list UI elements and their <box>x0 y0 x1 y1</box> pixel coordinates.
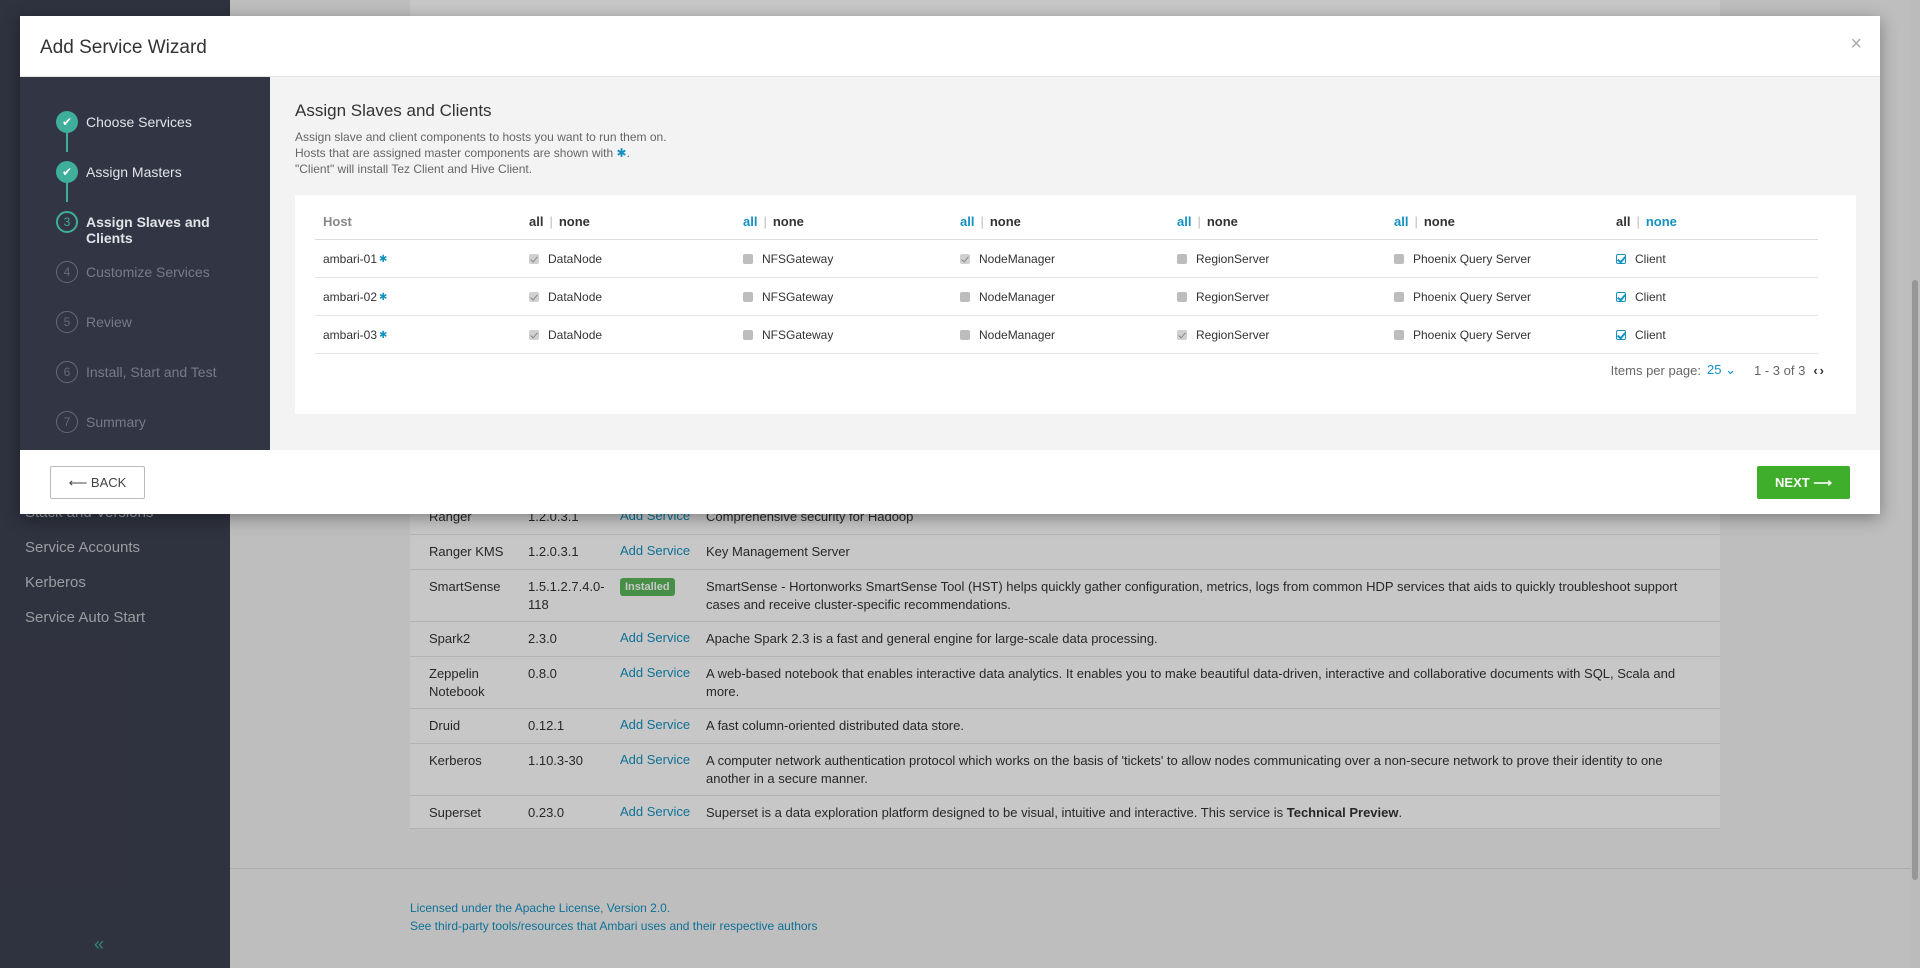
nfsgateway-all-link[interactable]: all <box>743 214 757 229</box>
check-icon: ✔ <box>56 161 78 183</box>
master-star-icon: ✱ <box>379 329 388 341</box>
wizard-step-install-start-test: 6 Install, Start and Test <box>56 361 226 383</box>
host-name: ambari-03 ✱ <box>323 328 388 342</box>
page-description: Assign slave and client components to ho… <box>295 130 667 176</box>
nodemanager-none-link[interactable]: none <box>990 214 1021 229</box>
host-column-header: Host <box>323 214 352 229</box>
wizard-step-review: 5 Review <box>56 311 226 333</box>
wizard-step-assign-masters[interactable]: ✔ Assign Masters <box>56 161 226 183</box>
phoenix-none-link[interactable]: none <box>1424 214 1455 229</box>
regionserver-none-link[interactable]: none <box>1207 214 1238 229</box>
client-checkbox[interactable]: Client <box>1616 328 1666 342</box>
table-header: Host all | none all | none all | none all | none… <box>315 195 1818 240</box>
modal-title: Add Service Wizard <box>40 37 207 58</box>
regionserver-checkbox[interactable]: RegionServer <box>1177 328 1269 342</box>
wizard-step-customize-services: 4 Customize Services <box>56 261 226 283</box>
datanode-all-link[interactable]: all <box>529 214 543 229</box>
wizard-content: Assign Slaves and Clients Assign slave a… <box>270 77 1880 450</box>
nodemanager-all-link[interactable]: all <box>960 214 974 229</box>
phoenix-checkbox[interactable]: Phoenix Query Server <box>1394 290 1531 304</box>
regionserver-all-link[interactable]: all <box>1177 214 1191 229</box>
datanode-none-link[interactable]: none <box>559 214 590 229</box>
client-checkbox[interactable]: Client <box>1616 290 1666 304</box>
check-icon: ✔ <box>56 111 78 133</box>
phoenix-checkbox[interactable]: Phoenix Query Server <box>1394 252 1531 266</box>
regionserver-checkbox[interactable]: RegionServer <box>1177 290 1269 304</box>
wizard-step-assign-slaves: 3 Assign Slaves and Clients <box>56 211 226 246</box>
nodemanager-checkbox[interactable]: NodeManager <box>960 252 1055 266</box>
nfsgateway-checkbox[interactable]: NFSGateway <box>743 252 833 266</box>
modal-footer: ⟵ BACK NEXT ⟶ <box>20 450 1880 514</box>
add-service-wizard-modal: Add Service Wizard × ✔ Choose Services ✔… <box>20 16 1880 514</box>
table-row: ambari-01 ✱ DataNode NFSGateway NodeManag… <box>315 240 1818 278</box>
client-header-toggles: all | none <box>1616 214 1677 229</box>
items-per-page-label: Items per page: <box>1610 362 1701 378</box>
regionserver-header-toggles: all | none <box>1177 214 1238 229</box>
nfsgateway-checkbox[interactable]: NFSGateway <box>743 328 833 342</box>
host-name: ambari-01 ✱ <box>323 252 388 266</box>
modal-header: Add Service Wizard × <box>20 16 1880 77</box>
pagination: Items per page: 25 ⌄ 1 - 3 of 3 ‹ › <box>1611 362 1826 378</box>
datanode-checkbox[interactable]: DataNode <box>529 252 602 266</box>
datanode-checkbox[interactable]: DataNode <box>529 290 602 304</box>
client-all-link[interactable]: all <box>1616 214 1630 229</box>
client-none-link[interactable]: none <box>1646 214 1677 229</box>
chevron-down-icon: ⌄ <box>1725 362 1736 377</box>
page-title: Assign Slaves and Clients <box>295 101 492 120</box>
next-page-icon[interactable]: › <box>1820 363 1826 378</box>
nodemanager-checkbox[interactable]: NodeManager <box>960 290 1055 304</box>
datanode-checkbox[interactable]: DataNode <box>529 328 602 342</box>
host-name: ambari-02 ✱ <box>323 290 388 304</box>
regionserver-checkbox[interactable]: RegionServer <box>1177 252 1269 266</box>
wizard-step-choose-services[interactable]: ✔ Choose Services <box>56 111 226 133</box>
pagination-range: 1 - 3 of 3 <box>1754 362 1806 378</box>
next-button[interactable]: NEXT ⟶ <box>1757 466 1850 499</box>
datanode-header-toggles: all | none <box>529 214 590 229</box>
wizard-steps-nav: ✔ Choose Services ✔ Assign Masters 3 Ass… <box>20 77 270 450</box>
nfsgateway-header-toggles: all | none <box>743 214 804 229</box>
assignment-panel: Host all | none all | none all | none all | none… <box>295 195 1856 414</box>
wizard-step-summary: 7 Summary <box>56 411 226 433</box>
phoenix-header-toggles: all | none <box>1394 214 1455 229</box>
nfsgateway-none-link[interactable]: none <box>773 214 804 229</box>
nodemanager-header-toggles: all | none <box>960 214 1021 229</box>
master-star-icon: ✱ <box>616 146 627 160</box>
master-star-icon: ✱ <box>379 291 388 303</box>
phoenix-all-link[interactable]: all <box>1394 214 1408 229</box>
close-icon[interactable]: × <box>1850 33 1862 56</box>
items-per-page-select[interactable]: 25 ⌄ <box>1707 362 1736 378</box>
master-star-icon: ✱ <box>379 253 388 265</box>
client-checkbox[interactable]: Client <box>1616 252 1666 266</box>
table-row: ambari-03 ✱ DataNode NFSGateway NodeManag… <box>315 316 1818 354</box>
phoenix-checkbox[interactable]: Phoenix Query Server <box>1394 328 1531 342</box>
nodemanager-checkbox[interactable]: NodeManager <box>960 328 1055 342</box>
table-row: ambari-02 ✱ DataNode NFSGateway NodeManag… <box>315 278 1818 316</box>
nfsgateway-checkbox[interactable]: NFSGateway <box>743 290 833 304</box>
back-button[interactable]: ⟵ BACK <box>50 466 145 499</box>
